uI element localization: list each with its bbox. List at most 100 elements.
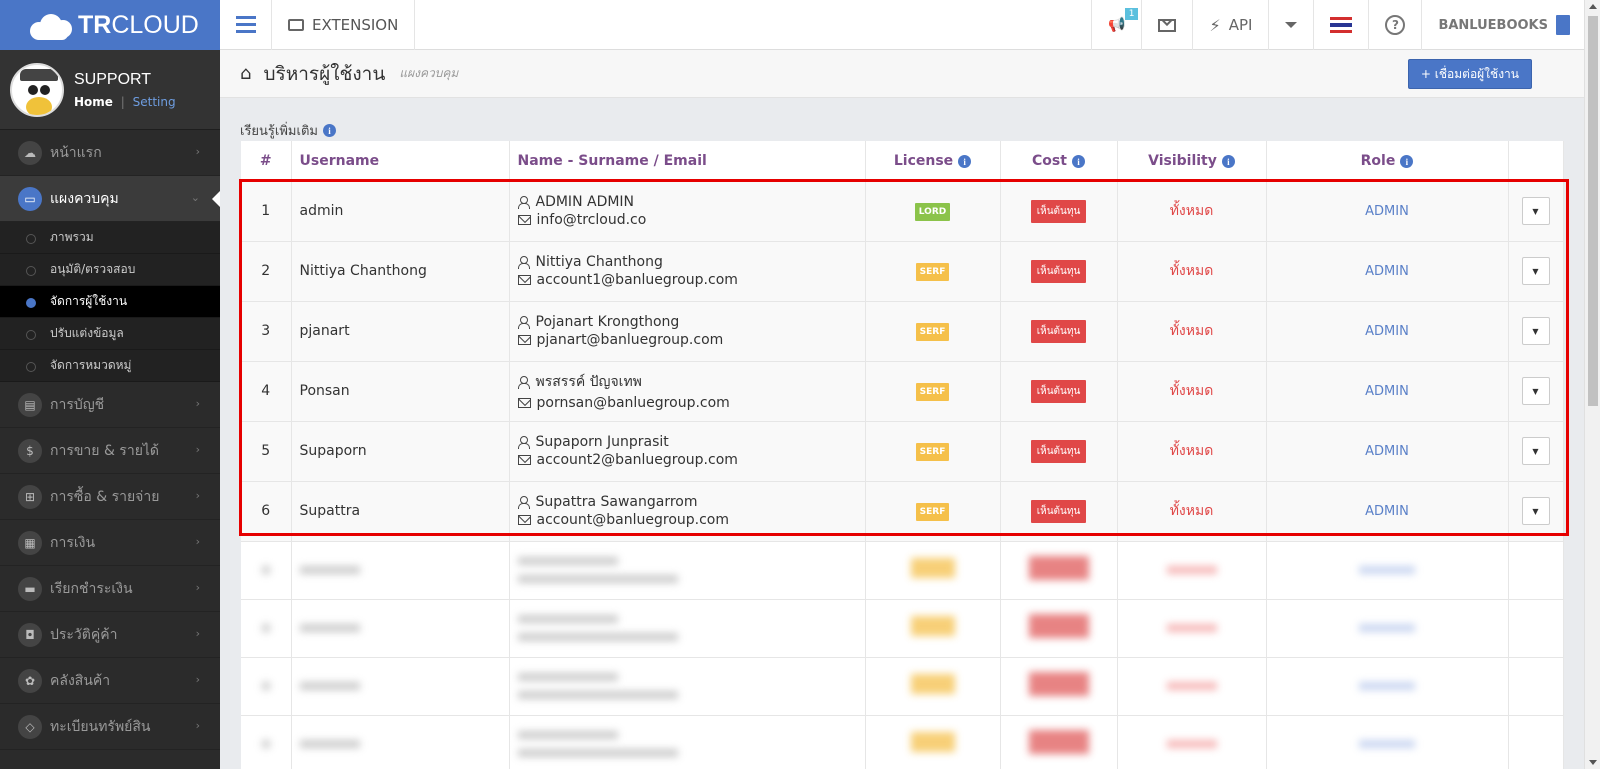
row-fullname: ADMIN ADMIN bbox=[535, 194, 635, 210]
cloud-logo-icon bbox=[26, 10, 74, 40]
visibility-label: ทั้งหมด bbox=[1169, 203, 1214, 219]
row-name-email: ADMIN ADMIN info@trcloud.co bbox=[509, 181, 866, 242]
col-header-role[interactable]: Role i bbox=[1266, 141, 1509, 182]
sidebar-item-6[interactable]: ▬ เรียกชำระเงิน › bbox=[0, 566, 220, 612]
sidebar-item-0[interactable]: ☁ หน้าแรก › bbox=[0, 130, 220, 176]
col-header-license[interactable]: License i bbox=[865, 141, 1001, 182]
row-role: ADMIN bbox=[1266, 361, 1509, 422]
avatar[interactable] bbox=[10, 62, 64, 117]
role-label: ADMIN bbox=[1365, 504, 1409, 519]
connect-user-button[interactable]: + เชื่อมต่อผู้ใช้งาน bbox=[1407, 59, 1532, 89]
sidebar-item-4[interactable]: ⊞ การซื้อ & รายจ่าย › bbox=[0, 474, 220, 520]
row-action-dropdown[interactable]: ▼ bbox=[1521, 197, 1550, 225]
col-header-cost[interactable]: Cost i bbox=[1000, 141, 1118, 182]
sidebar-item-label: ประวัติคู่ค้า bbox=[50, 626, 118, 643]
cost-badge: เห็นต้นทุน bbox=[1030, 199, 1087, 223]
brand-logo[interactable]: TRCLOUD bbox=[0, 0, 220, 50]
api-button[interactable]: ⚡ API bbox=[1192, 0, 1268, 50]
scroll-down-icon[interactable] bbox=[1589, 760, 1597, 765]
table-row[interactable]: 1 admin ADMIN ADMIN info@trcloud.co LORD เห็น… bbox=[241, 181, 1564, 242]
row-actions: ▼ bbox=[1508, 481, 1564, 542]
sidebar-item-3[interactable]: $ การขาย & รายได้ › bbox=[0, 428, 220, 474]
page-scrollbar[interactable] bbox=[1584, 0, 1600, 769]
top-bar: EXTENSION 📢 1 ⚡ API ? BANLUEBOOKS bbox=[220, 0, 1584, 50]
table-row[interactable]: 2 Nittiya Chanthong Nittiya Chanthong accou… bbox=[241, 241, 1564, 302]
page-subtitle: แผงควบคุม bbox=[399, 66, 459, 80]
sidebar-item-1[interactable]: ▭ แผงควบคุม ⌄ bbox=[0, 176, 220, 222]
scroll-up-icon[interactable] bbox=[1589, 4, 1597, 9]
row-username: Nittiya Chanthong bbox=[291, 241, 510, 302]
sidebar-item-label: เรียกชำระเงิน bbox=[50, 580, 133, 597]
blurred-table-row bbox=[241, 599, 1564, 658]
home-icon[interactable]: ⌂ bbox=[240, 63, 251, 84]
table-row[interactable]: 3 pjanart Pojanart Krongthong pjanart@banlu… bbox=[241, 301, 1564, 362]
row-number: 6 bbox=[241, 481, 292, 542]
table-row[interactable]: 4 Ponsan พรสรรค์ ปัญจเทพ pornsan@banluegrou… bbox=[241, 361, 1564, 422]
plug-icon: ⚡ bbox=[1209, 15, 1221, 35]
learn-more-label: เรียนรู้เพิ่มเติม bbox=[240, 124, 318, 139]
chevron-icon: › bbox=[195, 673, 200, 686]
sidebar-item-8[interactable]: ✿ คลังสินค้า › bbox=[0, 658, 220, 704]
mail-button[interactable] bbox=[1141, 0, 1192, 50]
api-label: API bbox=[1228, 16, 1253, 34]
row-visibility: ทั้งหมด bbox=[1117, 301, 1267, 362]
thai-flag-icon bbox=[1330, 17, 1353, 33]
home-link[interactable]: Home bbox=[74, 95, 113, 109]
learn-more-link[interactable]: เรียนรู้เพิ่มเติม i bbox=[240, 120, 336, 141]
calendar-icon: ▦ bbox=[18, 530, 42, 555]
row-role: ADMIN bbox=[1266, 181, 1509, 242]
envelope-icon bbox=[517, 275, 531, 285]
setting-link[interactable]: Setting bbox=[133, 95, 176, 109]
cost-badge: เห็นต้นทุน bbox=[1030, 259, 1087, 283]
blurred-table-row bbox=[241, 657, 1564, 716]
row-username: pjanart bbox=[291, 301, 510, 362]
row-license: SERF bbox=[865, 421, 1001, 482]
sidebar-item-9[interactable]: ◇ ทะเบียนทรัพย์สิน › bbox=[0, 704, 220, 750]
submenu-item-2[interactable]: จัดการผู้ใช้งาน bbox=[0, 286, 220, 318]
table-row[interactable]: 5 Supaporn Supaporn Junprasit account2@banl… bbox=[241, 421, 1564, 482]
row-email: account@banluegroup.com bbox=[536, 512, 730, 528]
sidebar-item-2[interactable]: ▤ การบัญชี › bbox=[0, 382, 220, 428]
submenu-item-1[interactable]: อนุมัติ/ตรวจสอบ bbox=[0, 254, 220, 286]
col-header-name-email[interactable]: Name - Surname / Email bbox=[509, 141, 866, 182]
row-action-dropdown[interactable]: ▼ bbox=[1521, 497, 1550, 525]
sidebar-item-5[interactable]: ▦ การเงิน › bbox=[0, 520, 220, 566]
sidebar-item-7[interactable]: ◘ ประวัติคู่ค้า › bbox=[0, 612, 220, 658]
cost-badge: เห็นต้นทุน bbox=[1030, 499, 1087, 523]
visibility-label: ทั้งหมด bbox=[1169, 503, 1214, 519]
users-table: # Username Name - Surname / Email Licens… bbox=[241, 141, 1564, 769]
info-icon: i bbox=[1221, 155, 1235, 169]
submenu-item-0[interactable]: ภาพรวม bbox=[0, 222, 220, 254]
row-email: info@trcloud.co bbox=[536, 212, 647, 228]
sidebar-item-label: แผงควบคุม bbox=[50, 190, 119, 207]
company-selector[interactable]: BANLUEBOOKS bbox=[1421, 0, 1584, 50]
submenu-item-3[interactable]: ปรับแต่งข้อมูล bbox=[0, 318, 220, 350]
row-email: account2@banluegroup.com bbox=[536, 452, 738, 468]
cart-icon: ⊞ bbox=[18, 484, 42, 509]
extension-button[interactable]: EXTENSION bbox=[272, 0, 416, 50]
table-row[interactable]: 6 Supattra Supattra Sawangarrom account@ban… bbox=[241, 481, 1564, 542]
dropdown-toggle[interactable] bbox=[1268, 0, 1313, 50]
envelope-icon bbox=[517, 215, 531, 225]
row-name-email: Supaporn Junprasit account2@banluegroup.c… bbox=[509, 421, 866, 482]
row-role: ADMIN bbox=[1266, 241, 1509, 302]
sidebar-item-label: การซื้อ & รายจ่าย bbox=[50, 488, 160, 505]
row-username: admin bbox=[291, 181, 510, 242]
submenu-item-4[interactable]: จัดการหมวดหมู่ bbox=[0, 350, 220, 382]
scrollbar-thumb[interactable] bbox=[1588, 16, 1598, 406]
profile-name: SUPPORT bbox=[74, 70, 152, 88]
col-header-visibility[interactable]: Visibility i bbox=[1117, 141, 1267, 182]
row-action-dropdown[interactable]: ▼ bbox=[1521, 437, 1550, 465]
row-role: ADMIN bbox=[1266, 481, 1509, 542]
row-action-dropdown[interactable]: ▼ bbox=[1521, 257, 1550, 285]
chevron-icon: › bbox=[195, 489, 200, 502]
book-icon: ▤ bbox=[18, 392, 42, 417]
col-header-username[interactable]: Username bbox=[291, 141, 510, 182]
role-label: ADMIN bbox=[1365, 444, 1409, 459]
row-action-dropdown[interactable]: ▼ bbox=[1521, 317, 1550, 345]
announcement-button[interactable]: 📢 1 bbox=[1091, 0, 1141, 50]
help-button[interactable]: ? bbox=[1368, 0, 1421, 50]
row-action-dropdown[interactable]: ▼ bbox=[1521, 377, 1550, 405]
language-selector[interactable] bbox=[1313, 0, 1368, 50]
hamburger-menu-icon[interactable] bbox=[220, 0, 272, 50]
